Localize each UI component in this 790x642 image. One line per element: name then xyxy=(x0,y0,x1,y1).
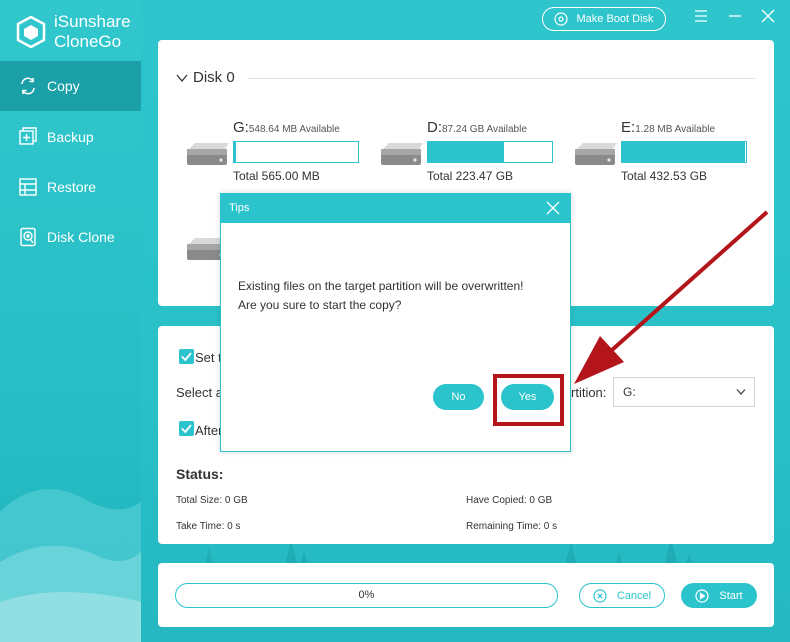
checkmark-icon xyxy=(181,424,192,434)
partition-usage-bar xyxy=(233,141,359,163)
sidebar-hills-decoration xyxy=(0,489,141,642)
make-boot-disk-label: Make Boot Disk xyxy=(576,13,654,25)
start-button[interactable]: Start xyxy=(681,583,757,608)
close-icon xyxy=(546,201,560,215)
select-option-label: Select a xyxy=(176,385,223,400)
progress-text: 0% xyxy=(358,589,375,601)
drive-icon xyxy=(381,143,423,165)
disk-header[interactable]: Disk 0 xyxy=(176,69,235,86)
menu-button[interactable] xyxy=(692,7,710,25)
progress-bar: 0% xyxy=(175,583,558,608)
status-title: Status: xyxy=(176,466,224,482)
take-time: Take Time: 0 s xyxy=(176,521,241,532)
partition-total: Total 432.53 GB xyxy=(621,169,708,183)
backup-icon xyxy=(19,127,37,145)
sidebar-item-restore[interactable]: Restore xyxy=(0,162,141,212)
checkmark-icon xyxy=(181,352,192,362)
partition-usage-fill xyxy=(622,142,745,162)
restore-icon xyxy=(19,178,37,196)
partition-g[interactable]: G:548.64 MB Available Total 565.00 MB xyxy=(185,119,375,189)
dialog-close-button[interactable] xyxy=(546,201,560,215)
partition-label: D:87.24 GB Available xyxy=(427,119,527,136)
bottom-bar: 0% Cancel Start xyxy=(158,563,774,627)
partition-usage-bar xyxy=(427,141,553,163)
partition-available: 548.64 MB Available xyxy=(248,124,340,135)
menu-icon xyxy=(695,10,707,22)
annotation-highlight-box xyxy=(493,374,564,426)
play-icon xyxy=(695,588,709,603)
partition-letter: D: xyxy=(427,119,442,136)
disk-title: Disk 0 xyxy=(193,69,235,86)
after-option-label: After xyxy=(195,423,223,438)
minimize-button[interactable] xyxy=(726,7,744,25)
partition-d[interactable]: D:87.24 GB Available Total 223.47 GB xyxy=(379,119,569,189)
dialog-message-line-2: Are you sure to start the copy? xyxy=(238,298,402,312)
logo-icon xyxy=(16,16,46,48)
partition-label: G:548.64 MB Available xyxy=(233,119,340,136)
copy-icon xyxy=(21,77,35,95)
partition-e[interactable]: E:1.28 MB Available Total 432.53 GB xyxy=(573,119,763,189)
sidebar-item-label: Backup xyxy=(47,129,94,145)
sidebar: iSunshare CloneGo Copy Backup Restore Di… xyxy=(0,0,141,642)
brand-name: iSunshare CloneGo xyxy=(54,12,131,52)
close-icon xyxy=(761,9,775,23)
partition-usage-bar xyxy=(621,141,747,163)
brand-line-1: iSunshare xyxy=(54,12,131,31)
brand-line-2: CloneGo xyxy=(54,32,122,51)
drive-icon xyxy=(187,143,229,165)
close-window-button[interactable] xyxy=(759,7,777,25)
after-checkbox[interactable] xyxy=(179,421,194,436)
dialog-title: Tips xyxy=(229,202,250,214)
partition-available: 87.24 GB Available xyxy=(442,124,527,135)
annotation-arrow xyxy=(574,210,769,384)
disk-clone-icon xyxy=(20,227,36,247)
make-boot-disk-button[interactable]: Make Boot Disk xyxy=(542,7,666,31)
partition-usage-fill xyxy=(234,142,237,162)
boot-disk-icon xyxy=(554,12,569,26)
cancel-button[interactable]: Cancel xyxy=(579,583,665,608)
sidebar-item-disk-clone[interactable]: Disk Clone xyxy=(0,212,141,262)
remaining-time: Remaining Time: 0 s xyxy=(466,521,558,532)
sidebar-item-label: Restore xyxy=(47,179,97,195)
have-copied: Have Copied: 0 GB xyxy=(466,495,553,506)
partition-total: Total 565.00 MB xyxy=(233,169,320,183)
partition-label: E:1.28 MB Available xyxy=(621,119,715,136)
chevron-down-icon xyxy=(176,74,188,82)
sidebar-item-backup[interactable]: Backup xyxy=(0,112,141,162)
minimize-icon xyxy=(729,15,741,17)
partition-usage-fill xyxy=(428,142,504,162)
total-size: Total Size: 0 GB xyxy=(176,495,248,506)
partition-total: Total 223.47 GB xyxy=(427,169,514,183)
cancel-icon xyxy=(593,588,607,603)
partition-available: 1.28 MB Available xyxy=(635,124,716,135)
dialog-message-line-1: Existing files on the target partition w… xyxy=(238,279,524,293)
sidebar-item-label: Copy xyxy=(47,78,80,94)
no-button[interactable]: No xyxy=(433,384,484,410)
start-label: Start xyxy=(719,589,743,602)
dialog-header: Tips xyxy=(221,194,570,223)
divider xyxy=(248,78,756,79)
drive-icon xyxy=(575,143,617,165)
set-option-label: Set t xyxy=(195,350,222,365)
partition-letter: G: xyxy=(233,119,249,136)
partition-letter: E: xyxy=(621,119,636,136)
cancel-label: Cancel xyxy=(616,589,652,602)
brand: iSunshare CloneGo xyxy=(16,12,131,52)
sidebar-item-label: Disk Clone xyxy=(47,229,115,245)
set-checkbox[interactable] xyxy=(179,349,194,364)
sidebar-item-copy[interactable]: Copy xyxy=(0,61,141,111)
